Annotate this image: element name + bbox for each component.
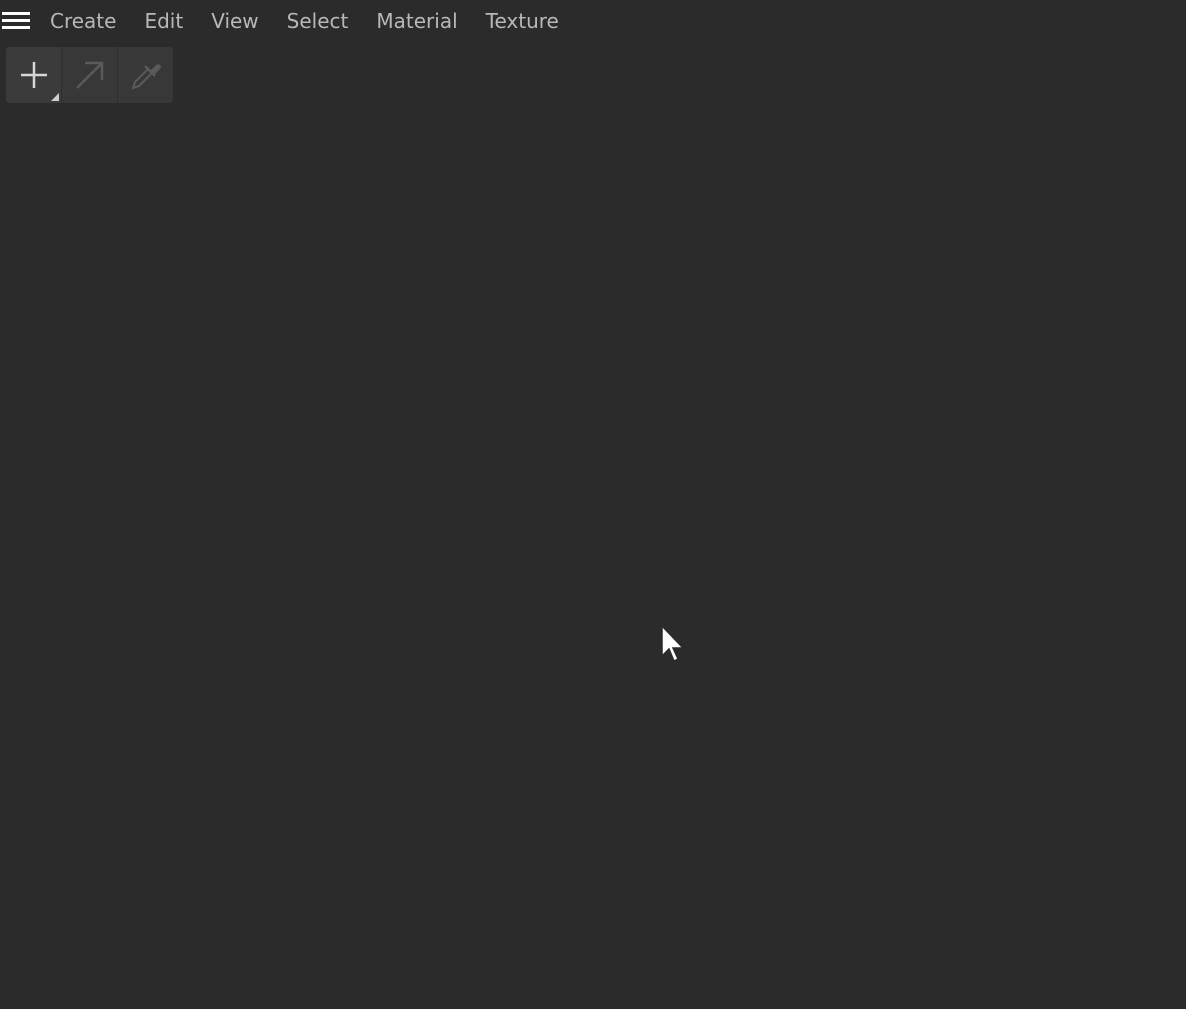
apply-material-button[interactable] xyxy=(61,47,117,103)
menu-select[interactable]: Select xyxy=(273,0,363,42)
eyedropper-icon xyxy=(130,64,161,90)
menu-edit[interactable]: Edit xyxy=(130,0,197,42)
menu-texture[interactable]: Texture xyxy=(472,0,573,42)
menu-bar: Create Edit View Select Material Texture xyxy=(0,0,1186,42)
menu-items: Create Edit View Select Material Texture xyxy=(36,0,573,42)
arrow-up-right-icon xyxy=(75,61,103,89)
pick-material-button[interactable] xyxy=(117,47,173,103)
mouse-cursor-icon xyxy=(661,624,685,663)
hamburger-menu-icon[interactable] xyxy=(2,11,30,31)
plus-icon xyxy=(20,62,47,88)
toolbar xyxy=(6,47,173,103)
menu-create[interactable]: Create xyxy=(36,0,130,42)
new-material-button[interactable] xyxy=(6,47,61,103)
menu-material[interactable]: Material xyxy=(362,0,471,42)
submenu-indicator-icon xyxy=(51,93,59,101)
menu-view[interactable]: View xyxy=(197,0,272,42)
material-manager-window: Create Edit View Select Material Texture xyxy=(0,0,1186,1009)
